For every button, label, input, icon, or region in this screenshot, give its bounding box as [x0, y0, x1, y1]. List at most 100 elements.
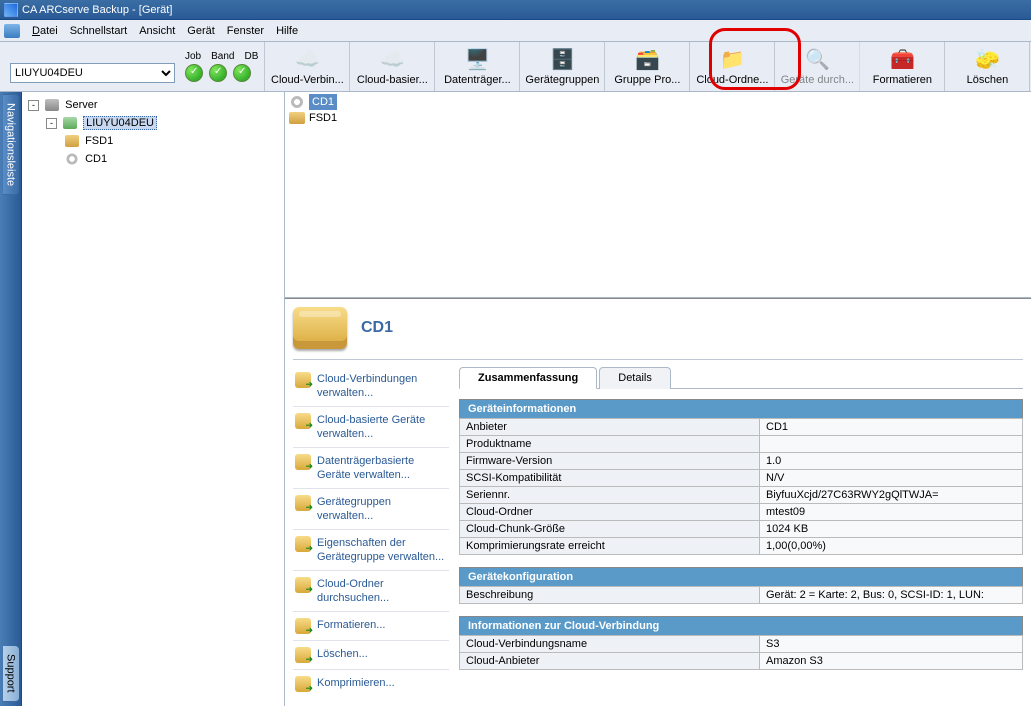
cell-value: N/V	[760, 470, 1023, 487]
action-cloud-geraete[interactable]: Cloud-basierte Geräte verwalten...	[293, 407, 449, 448]
tree-cd[interactable]: CD1	[64, 150, 280, 168]
action-cloud-verbindungen[interactable]: Cloud-Verbindungen verwalten...	[293, 366, 449, 407]
toolbar-left: LIUYU04DEU Job Band DB	[0, 42, 265, 91]
device-list: CD1 FSD1	[285, 92, 1031, 298]
cell-value: mtest09	[760, 504, 1023, 521]
action-icon	[295, 495, 311, 511]
host-icon	[63, 117, 77, 129]
tree-fsd[interactable]: FSD1	[64, 132, 280, 150]
status-band-icon[interactable]	[209, 64, 227, 82]
menu-bar: Datei Schnellstart Ansicht Gerät Fenster…	[0, 20, 1031, 42]
cell-value: 1024 KB	[760, 521, 1023, 538]
format-icon: 🧰	[888, 48, 916, 72]
action-icon	[295, 454, 311, 470]
cell-key: Anbieter	[460, 419, 760, 436]
status-label-job: Job	[185, 51, 201, 62]
device-item-cd1[interactable]: CD1	[289, 94, 1027, 110]
action-cloud-ordner[interactable]: Cloud-Ordner durchsuchen...	[293, 571, 449, 612]
expand-toggle-icon[interactable]: -	[28, 100, 39, 111]
section-cloudverb-title: Informationen zur Cloud-Verbindung	[459, 616, 1023, 635]
cell-value: S3	[760, 636, 1023, 653]
tree-host[interactable]: - LIUYU04DEU FSD1 CD1	[46, 114, 280, 168]
table-konfig: BeschreibungGerät: 2 = Karte: 2, Bus: 0,…	[459, 586, 1023, 604]
detail-title: CD1	[361, 319, 393, 337]
cloud-connect-icon: ☁️	[293, 48, 321, 72]
tb-geraetegruppen[interactable]: 🗄️ Gerätegruppen	[520, 42, 605, 91]
tree-panel: - Server - LIUYU04DEU FSD1	[22, 92, 285, 706]
cell-value: Gerät: 2 = Karte: 2, Bus: 0, SCSI-ID: 1,…	[760, 587, 1023, 604]
scan-devices-icon: 🔍	[803, 48, 831, 72]
cell-key: Cloud-Anbieter	[460, 653, 760, 670]
menu-ansicht[interactable]: Ansicht	[133, 23, 181, 39]
server-icon	[45, 99, 59, 111]
status-job-icon[interactable]	[185, 64, 203, 82]
tb-datentraeger[interactable]: 🖥️ Datenträger...	[435, 42, 520, 91]
tb-loeschen[interactable]: 🧽 Löschen	[945, 42, 1030, 91]
group-props-icon: 🗃️	[633, 48, 661, 72]
cell-key: Produktname	[460, 436, 760, 453]
tab-zusammenfassung[interactable]: Zusammenfassung	[459, 367, 597, 389]
server-select[interactable]: LIUYU04DEU	[10, 63, 175, 83]
cell-key: Cloud-Chunk-Größe	[460, 521, 760, 538]
menu-hilfe[interactable]: Hilfe	[270, 23, 304, 39]
status-label-band: Band	[211, 51, 234, 62]
cell-key: Cloud-Verbindungsname	[460, 636, 760, 653]
tb-cloud-ordner[interactable]: 📁 Cloud-Ordne...	[690, 42, 775, 91]
device-item-fsd1[interactable]: FSD1	[289, 110, 1027, 126]
toolbar: LIUYU04DEU Job Band DB ☁️ Cloud-Verbin..…	[0, 42, 1031, 92]
cd-icon	[65, 153, 79, 165]
cloud-gear-icon: ☁️	[378, 48, 406, 72]
side-tab-bar: Navigationsleiste Support	[0, 92, 22, 706]
cell-value: Amazon S3	[760, 653, 1023, 670]
menu-schnellstart[interactable]: Schnellstart	[64, 23, 133, 39]
fsd-icon	[65, 135, 79, 147]
tree-root[interactable]: - Server - LIUYU04DEU FSD1	[28, 96, 280, 168]
erase-icon: 🧽	[973, 48, 1001, 72]
section-konfig-title: Gerätekonfiguration	[459, 567, 1023, 586]
action-geraetegruppen[interactable]: Gerätegruppen verwalten...	[293, 489, 449, 530]
status-db-icon[interactable]	[233, 64, 251, 82]
cell-value: 1,00(0,00%)	[760, 538, 1023, 555]
action-komprimieren[interactable]: Komprimieren...	[293, 670, 449, 695]
disk-icon: 🖥️	[463, 48, 491, 72]
device-groups-icon: 🗄️	[548, 48, 576, 72]
tab-details[interactable]: Details	[599, 367, 671, 389]
tb-gruppe-pro[interactable]: 🗃️ Gruppe Pro...	[605, 42, 690, 91]
action-icon	[295, 372, 311, 388]
expand-toggle-icon[interactable]: -	[46, 118, 57, 129]
action-icon	[295, 577, 311, 593]
menu-geraet[interactable]: Gerät	[181, 23, 221, 39]
cell-key: Firmware-Version	[460, 453, 760, 470]
action-icon	[295, 676, 311, 692]
menu-fenster[interactable]: Fenster	[221, 23, 270, 39]
action-icon	[295, 618, 311, 634]
table-cloudverb: Cloud-VerbindungsnameS3 Cloud-AnbieterAm…	[459, 635, 1023, 670]
action-datentraeger[interactable]: Datenträgerbasierte Geräte verwalten...	[293, 448, 449, 489]
detail-tabs: Zusammenfassung Details	[459, 366, 1023, 389]
tb-cloud-verbindungen[interactable]: ☁️ Cloud-Verbin...	[265, 42, 350, 91]
status-label-db: DB	[244, 51, 258, 62]
action-links: Cloud-Verbindungen verwalten... Cloud-ba…	[293, 366, 449, 695]
cloud-folder-icon: 📁	[718, 48, 746, 72]
action-formatieren[interactable]: Formatieren...	[293, 612, 449, 641]
cell-value: CD1	[760, 419, 1023, 436]
action-icon	[295, 536, 311, 552]
status-group: Job Band DB	[185, 51, 258, 82]
tb-geraete-durch: 🔍 Geräte durch...	[775, 42, 860, 91]
side-tab-navigation[interactable]: Navigationsleiste	[3, 94, 19, 195]
device-large-icon	[293, 307, 347, 349]
cell-value	[760, 436, 1023, 453]
app-icon	[4, 3, 18, 17]
tb-cloud-basier[interactable]: ☁️ Cloud-basier...	[350, 42, 435, 91]
action-loeschen[interactable]: Löschen...	[293, 641, 449, 670]
cell-key: Komprimierungsrate erreicht	[460, 538, 760, 555]
cell-value: 1.0	[760, 453, 1023, 470]
side-tab-support[interactable]: Support	[3, 646, 19, 702]
cell-key: Seriennr.	[460, 487, 760, 504]
action-eigenschaften[interactable]: Eigenschaften der Gerätegruppe verwalten…	[293, 530, 449, 571]
tb-formatieren[interactable]: 🧰 Formatieren	[860, 42, 945, 91]
cd-icon	[289, 96, 305, 108]
menu-datei[interactable]: Datei	[26, 23, 64, 39]
menu-app-icon	[4, 24, 20, 38]
action-icon	[295, 413, 311, 429]
